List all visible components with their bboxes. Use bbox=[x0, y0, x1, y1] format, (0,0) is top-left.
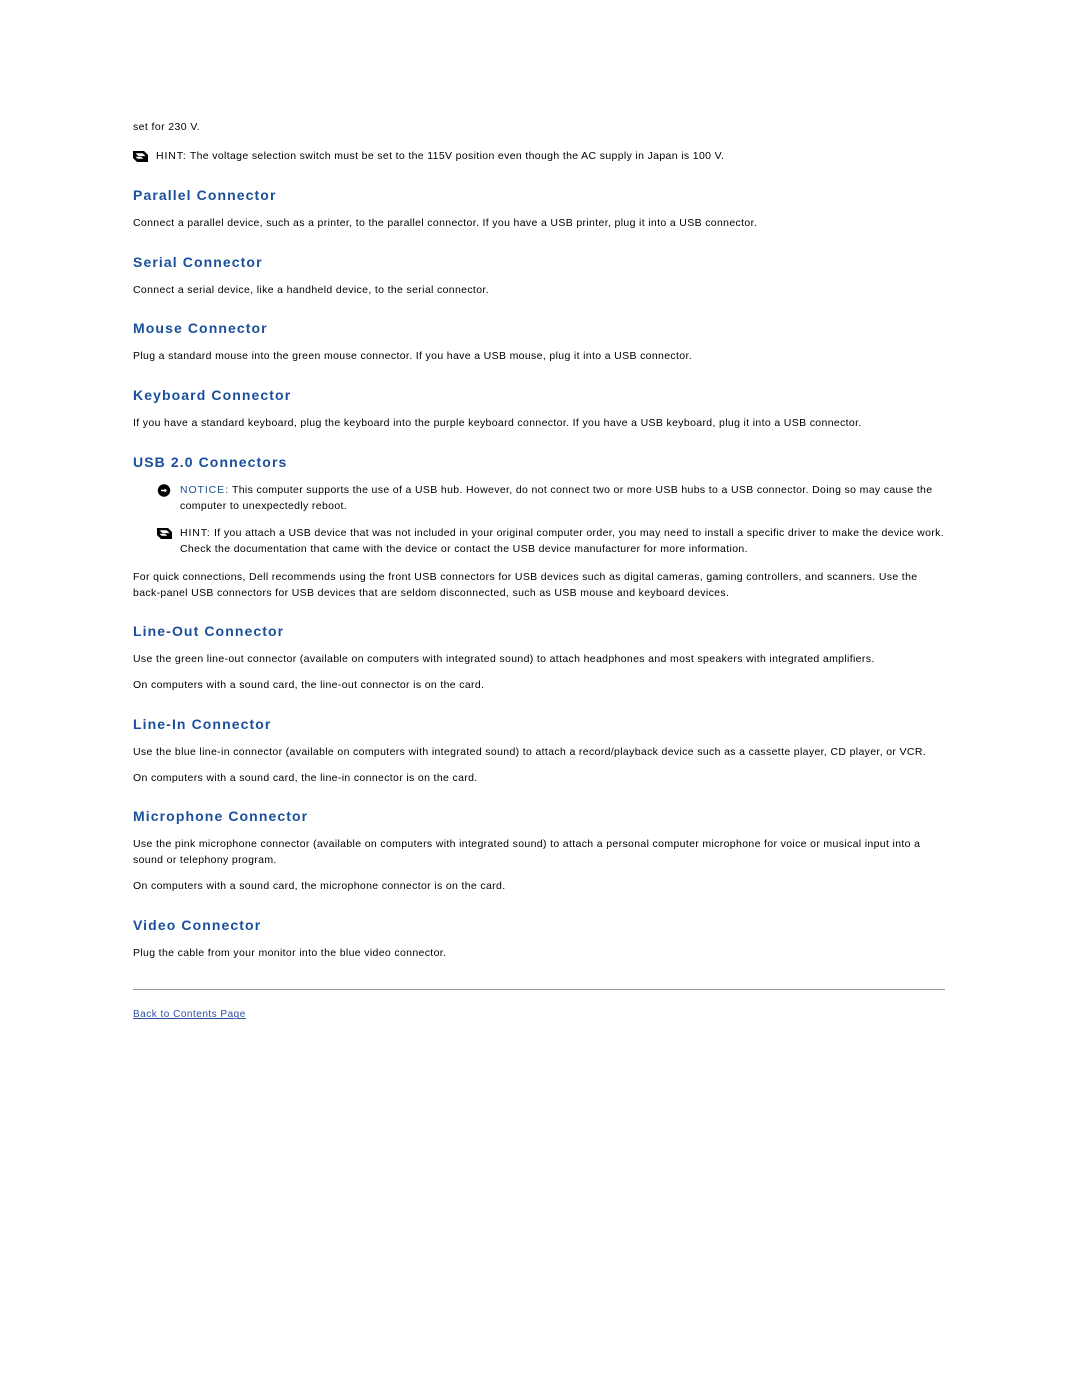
heading-mouse-connector: Mouse Connector bbox=[133, 320, 268, 337]
heading-usb-connectors: USB 2.0 Connectors bbox=[133, 453, 288, 470]
hint-icon bbox=[157, 527, 172, 540]
paragraph-keyboard-connector: If you have a standard keyboard, plug th… bbox=[133, 417, 862, 430]
heading-parallel-connector: Parallel Connector bbox=[133, 186, 277, 203]
hint-note-text: HINT: The voltage selection switch must … bbox=[156, 149, 724, 165]
heading-line-in-connector: Line-In Connector bbox=[133, 715, 272, 732]
back-to-contents-link[interactable]: Back to Contents Page bbox=[133, 1009, 246, 1020]
hint-label: HINT: bbox=[180, 527, 211, 540]
notice-body: This computer supports the use of a USB … bbox=[180, 483, 933, 512]
footer-divider bbox=[133, 989, 945, 991]
notice-note-usb-hub: NOTICE: This computer supports the use o… bbox=[157, 483, 945, 515]
heading-keyboard-connector: Keyboard Connector bbox=[133, 387, 292, 404]
lead-text: set for 230 V. bbox=[133, 121, 201, 133]
hint-note-usb-driver: HINT: If you attach a USB device that wa… bbox=[157, 526, 945, 558]
notice-icon bbox=[157, 484, 172, 497]
paragraph-parallel-connector: Connect a parallel device, such as a pri… bbox=[133, 216, 758, 229]
paragraph-usb-connectors: For quick connections, Dell recommends u… bbox=[133, 570, 918, 599]
hint-note-voltage: HINT: The voltage selection switch must … bbox=[133, 149, 945, 165]
paragraph-line-in-1: Use the blue line-in connector (availabl… bbox=[133, 745, 927, 758]
paragraph-line-in-2: On computers with a sound card, the line… bbox=[133, 771, 478, 784]
hint-note-text: HINT: If you attach a USB device that wa… bbox=[180, 526, 945, 558]
paragraph-mouse-connector: Plug a standard mouse into the green mou… bbox=[133, 350, 693, 363]
notice-label: NOTICE: bbox=[180, 483, 229, 496]
hint-body: If you attach a USB device that was not … bbox=[180, 527, 944, 556]
paragraph-microphone-2: On computers with a sound card, the micr… bbox=[133, 879, 506, 892]
paragraph-serial-connector: Connect a serial device, like a handheld… bbox=[133, 283, 489, 296]
paragraph-video-connector: Plug the cable from your monitor into th… bbox=[133, 946, 447, 959]
hint-label: HINT: bbox=[156, 150, 187, 163]
paragraph-line-out-1: Use the green line-out connector (availa… bbox=[133, 653, 875, 666]
notice-note-text: NOTICE: This computer supports the use o… bbox=[180, 483, 945, 515]
document-body: set for 230 V. HINT: The voltage selecti… bbox=[133, 120, 945, 1022]
heading-microphone-connector: Microphone Connector bbox=[133, 808, 309, 825]
heading-serial-connector: Serial Connector bbox=[133, 253, 263, 270]
hint-body: The voltage selection switch must be set… bbox=[186, 150, 725, 163]
paragraph-microphone-1: Use the pink microphone connector (avail… bbox=[133, 838, 921, 867]
heading-line-out-connector: Line-Out Connector bbox=[133, 623, 285, 640]
hint-icon bbox=[133, 150, 148, 163]
heading-video-connector: Video Connector bbox=[133, 916, 262, 933]
paragraph-line-out-2: On computers with a sound card, the line… bbox=[133, 679, 485, 692]
